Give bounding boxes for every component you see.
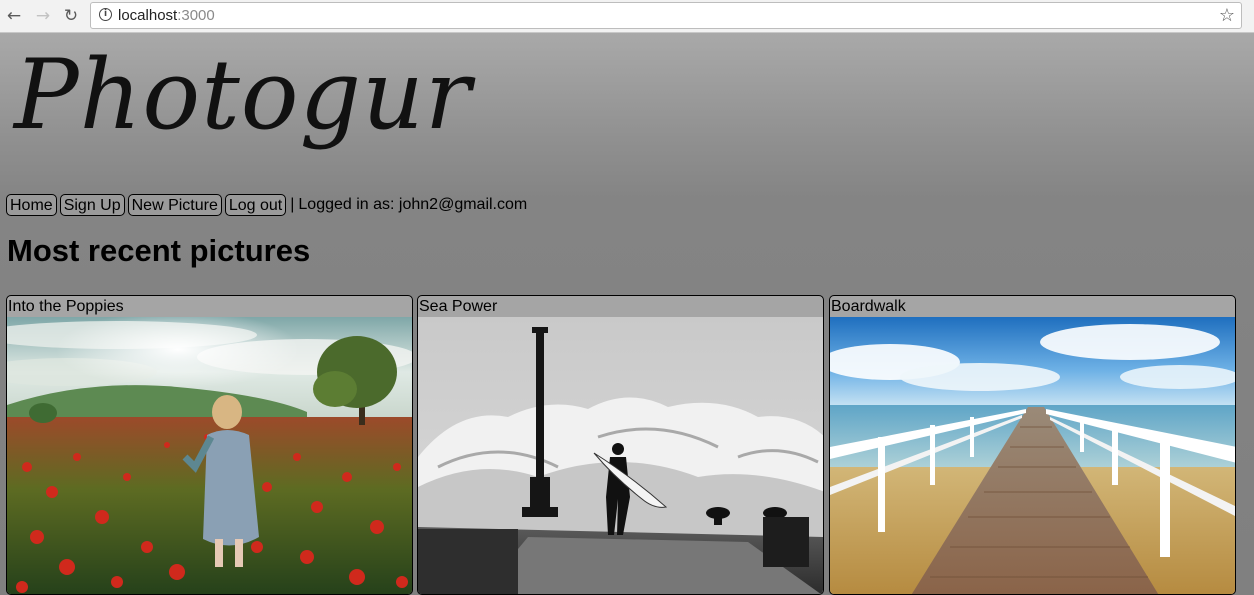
picture-image[interactable] — [7, 317, 412, 594]
reload-icon[interactable]: ↻ — [61, 6, 81, 26]
url-host: localhost — [118, 7, 178, 24]
url-text[interactable]: localhost:3000 — [118, 7, 215, 24]
sign-up-button[interactable]: Sign Up — [59, 194, 125, 216]
log-out-button[interactable]: Log out — [224, 194, 287, 216]
info-icon[interactable]: i — [99, 8, 112, 21]
home-button[interactable]: Home — [6, 194, 57, 216]
page-body: Photogur Home Sign Up New Picture Log ou… — [0, 33, 1254, 595]
browser-toolbar: ← → ↻ i localhost:3000 ☆ — [0, 0, 1254, 33]
picture-card[interactable]: Boardwalk — [829, 295, 1236, 595]
nav-bar: Home Sign Up New Picture Log out | Logge… — [6, 193, 527, 217]
picture-card[interactable]: Sea Power — [417, 295, 824, 595]
nav-separator: | — [290, 196, 295, 213]
picture-image[interactable] — [830, 317, 1235, 594]
picture-card[interactable]: Into the Poppies — [6, 295, 413, 595]
site-logo: Photogur — [14, 39, 472, 151]
picture-title[interactable]: Into the Poppies — [8, 297, 124, 317]
picture-title[interactable]: Boardwalk — [831, 297, 906, 317]
picture-image[interactable] — [418, 317, 823, 594]
new-picture-button[interactable]: New Picture — [127, 194, 222, 216]
picture-title[interactable]: Sea Power — [419, 297, 497, 317]
forward-arrow-icon[interactable]: → — [33, 6, 53, 26]
page-title: Most recent pictures — [7, 233, 311, 268]
back-arrow-icon[interactable]: ← — [4, 6, 24, 26]
url-port: :3000 — [177, 7, 215, 24]
address-bar[interactable]: i localhost:3000 ☆ — [90, 2, 1242, 29]
login-status: Logged in as: john2@gmail.com — [298, 196, 528, 213]
star-icon[interactable]: ☆ — [1219, 5, 1235, 26]
